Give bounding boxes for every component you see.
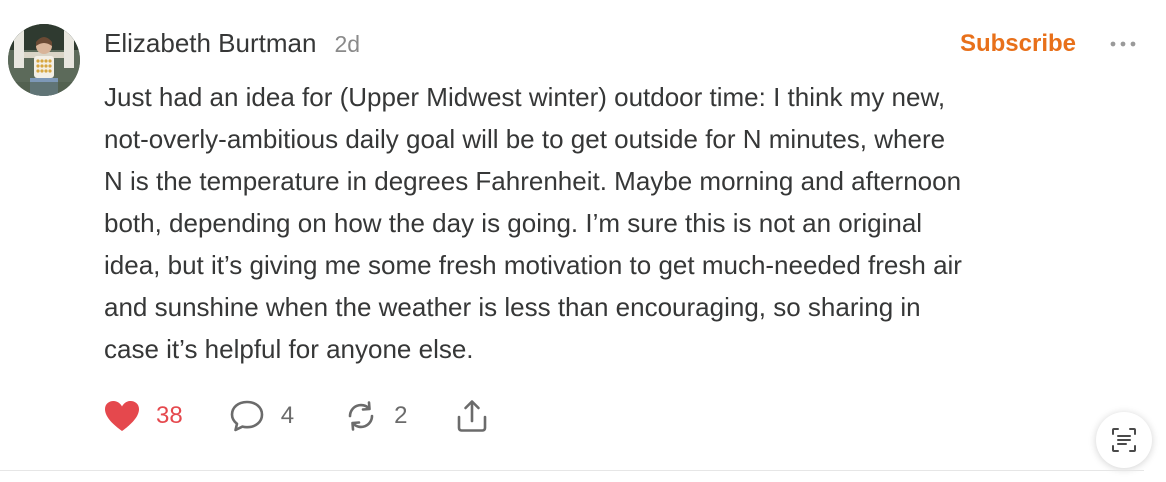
like-count: 38 (156, 402, 183, 429)
note-header: Elizabeth Burtman 2d (104, 28, 360, 64)
note-card: Elizabeth Burtman 2d Subscribe Just had … (0, 0, 1166, 482)
ellipsis-icon[interactable] (1108, 34, 1138, 54)
restack-button[interactable]: 2 (344, 399, 407, 433)
avatar[interactable] (8, 24, 80, 96)
subscribe-button[interactable]: Subscribe (960, 30, 1076, 58)
avatar-image (8, 24, 80, 96)
share-icon (458, 400, 487, 432)
restack-count: 2 (394, 402, 408, 429)
heart-icon (105, 401, 139, 431)
author-name[interactable]: Elizabeth Burtman (104, 28, 316, 59)
reader-mode-button[interactable] (1096, 412, 1152, 468)
divider (0, 470, 1144, 471)
restack-arrows-icon (348, 401, 374, 431)
like-button[interactable]: 38 (104, 400, 183, 432)
timestamp: 2d (334, 31, 361, 57)
action-bar: 38 4 2 (104, 396, 489, 436)
share-button[interactable] (455, 399, 489, 433)
note-body: Just had an idea for (Upper Midwest wint… (104, 82, 962, 364)
comment-count: 4 (280, 402, 295, 429)
reader-mode-icon (1112, 428, 1136, 452)
comment-button[interactable]: 4 (229, 399, 294, 433)
comment-bubble-icon (230, 400, 264, 432)
